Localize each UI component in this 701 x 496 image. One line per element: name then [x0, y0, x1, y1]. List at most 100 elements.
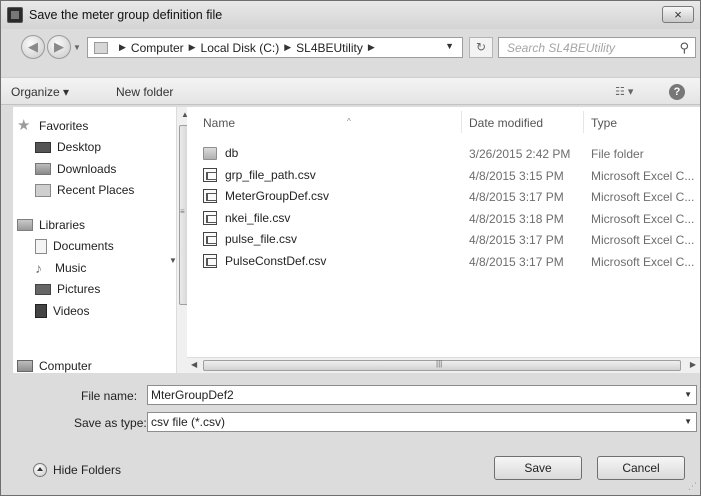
- column-divider[interactable]: [461, 111, 462, 133]
- file-row[interactable]: PulseConstDef.csv 4/8/2015 3:17 PM Micro…: [187, 251, 700, 273]
- desktop-icon: [35, 141, 51, 153]
- nav-item-music[interactable]: ♪ Music: [13, 257, 165, 279]
- pictures-icon: [35, 283, 51, 295]
- views-button[interactable]: ☷ ▾: [615, 85, 633, 98]
- nav-item-libraries[interactable]: Libraries: [13, 214, 165, 236]
- file-date: 4/8/2015 3:17 PM: [469, 254, 564, 269]
- command-toolbar: Organize ▾ New folder ☷ ▾ ?: [1, 77, 700, 105]
- views-icon: ☷ ▾: [615, 86, 634, 98]
- column-header-name[interactable]: Name ^: [203, 116, 351, 130]
- help-icon[interactable]: ?: [669, 84, 685, 100]
- breadcrumb[interactable]: ▶ Computer ▶ Local Disk (C:) ▶ SL4BEUtil…: [87, 37, 463, 58]
- file-row[interactable]: db 3/26/2015 2:42 PM File folder: [187, 143, 700, 165]
- forward-button[interactable]: ▶: [47, 35, 71, 59]
- horizontal-scrollbar[interactable]: ◀ ||| ▶: [187, 357, 700, 373]
- folder-icon: [203, 146, 217, 160]
- file-type: Microsoft Excel C...: [591, 168, 695, 183]
- csv-file-icon: [203, 167, 217, 182]
- scroll-grip-icon: ≡: [180, 207, 185, 216]
- nav-item-downloads[interactable]: Downloads: [13, 158, 165, 180]
- file-name-cell: db: [203, 146, 238, 160]
- back-button[interactable]: ◀: [21, 35, 45, 59]
- file-date: 4/8/2015 3:17 PM: [469, 233, 564, 247]
- column-divider[interactable]: [583, 111, 584, 133]
- file-list: Name ^ Date modified Type db 3/26/2015 2…: [187, 107, 700, 373]
- file-row[interactable]: grp_file_path.csv 4/8/2015 3:15 PM Micro…: [187, 165, 700, 187]
- csv-file-icon: [203, 210, 217, 225]
- column-header-date-modified[interactable]: Date modified: [469, 116, 543, 130]
- chevron-down-icon[interactable]: ▼: [684, 390, 692, 399]
- chevron-right-icon[interactable]: ▶: [368, 42, 375, 53]
- refresh-button[interactable]: ↻: [469, 37, 493, 58]
- documents-icon: [35, 238, 47, 254]
- nav-item-videos[interactable]: Videos: [13, 300, 165, 322]
- search-icon[interactable]: ⚲: [679, 40, 689, 56]
- file-name-combobox[interactable]: ▼: [147, 385, 697, 405]
- file-name-input[interactable]: [148, 386, 668, 404]
- chevron-right-icon[interactable]: ▶: [189, 42, 196, 53]
- file-type: Microsoft Excel C...: [591, 211, 695, 226]
- address-dropdown-icon[interactable]: ▼: [445, 41, 454, 51]
- close-button[interactable]: ×: [662, 6, 694, 23]
- libraries-icon: [17, 218, 33, 231]
- search-input[interactable]: [499, 38, 669, 57]
- organize-button[interactable]: Organize ▾: [11, 85, 69, 99]
- scroll-left-arrow-icon[interactable]: ◀: [191, 360, 197, 369]
- nav-label: Computer: [39, 359, 92, 373]
- file-date: 3/26/2015 2:42 PM: [469, 147, 571, 161]
- save-as-type-value: csv file (*.csv): [151, 415, 226, 429]
- videos-icon: [35, 303, 47, 318]
- nav-item-favorites[interactable]: ★ Favorites: [13, 115, 165, 137]
- file-row[interactable]: MeterGroupDef.csv 4/8/2015 3:17 PM Micro…: [187, 186, 700, 208]
- csv-file-icon: [203, 189, 217, 203]
- chevron-down-icon[interactable]: ▼: [684, 417, 692, 426]
- file-name: pulse_file.csv: [225, 232, 298, 246]
- file-name: PulseConstDef.csv: [225, 253, 327, 268]
- nav-item-pictures[interactable]: Pictures: [13, 279, 165, 301]
- nav-item-recent-places[interactable]: Recent Places: [13, 180, 165, 202]
- window-title: Save the meter group definition file: [29, 8, 223, 22]
- nav-item-desktop[interactable]: Desktop: [13, 137, 165, 159]
- file-name-cell: grp_file_path.csv: [203, 167, 316, 182]
- breadcrumb-item-computer[interactable]: Computer: [131, 41, 184, 55]
- file-type: Microsoft Excel C...: [591, 233, 695, 247]
- resize-grip-icon[interactable]: ⋰: [688, 481, 697, 492]
- chevron-right-icon[interactable]: ▶: [119, 42, 126, 53]
- nav-label: Favorites: [39, 118, 89, 133]
- title-bar: Save the meter group definition file ×: [1, 1, 700, 29]
- chevron-down-icon[interactable]: ▼: [169, 256, 177, 265]
- file-rows: db 3/26/2015 2:42 PM File folder grp_fil…: [187, 143, 700, 272]
- cancel-button[interactable]: Cancel: [597, 456, 685, 480]
- file-type: File folder: [591, 147, 644, 161]
- breadcrumb-item-local-disk[interactable]: Local Disk (C:): [201, 41, 280, 55]
- file-row[interactable]: pulse_file.csv 4/8/2015 3:17 PM Microsof…: [187, 229, 700, 251]
- file-name-cell: nkei_file.csv: [203, 210, 290, 225]
- column-label: Name: [203, 116, 236, 130]
- nav-item-computer[interactable]: Computer: [17, 357, 92, 375]
- forward-arrow-icon: ▶: [54, 39, 64, 54]
- column-header-type[interactable]: Type: [591, 116, 617, 130]
- new-folder-button[interactable]: New folder: [116, 85, 173, 99]
- scroll-thumb[interactable]: |||: [203, 359, 681, 371]
- save-as-type-label: Save as type:: [74, 416, 147, 430]
- app-icon: [7, 7, 23, 23]
- file-name-cell: pulse_file.csv: [203, 232, 297, 246]
- scroll-right-arrow-icon[interactable]: ▶: [690, 360, 696, 369]
- save-as-type-select[interactable]: csv file (*.csv) ▼: [147, 412, 697, 432]
- recent-locations-dropdown-icon[interactable]: ▼: [73, 43, 81, 52]
- nav-tree: ★ Favorites Desktop Downloads Recent Pla…: [13, 115, 165, 322]
- file-row[interactable]: nkei_file.csv 4/8/2015 3:18 PM Microsoft…: [187, 208, 700, 230]
- address-row: ◀ ▶ ▼ ▶ Computer ▶ Local Disk (C:) ▶ SL4…: [1, 31, 700, 65]
- hide-folders-button[interactable]: Hide Folders: [33, 463, 121, 477]
- nav-item-documents[interactable]: Documents: [13, 236, 165, 258]
- search-box[interactable]: ⚲: [498, 37, 696, 58]
- breadcrumb-item-sl4beutility[interactable]: SL4BEUtility: [296, 41, 363, 55]
- save-button[interactable]: Save: [494, 456, 582, 480]
- scroll-grip-icon: |||: [436, 359, 443, 368]
- file-name: grp_file_path.csv: [225, 167, 316, 182]
- chevron-right-icon[interactable]: ▶: [284, 42, 291, 53]
- nav-label: Desktop: [57, 140, 102, 155]
- file-name: MeterGroupDef.csv: [225, 189, 330, 203]
- file-date: 4/8/2015 3:18 PM: [469, 211, 564, 226]
